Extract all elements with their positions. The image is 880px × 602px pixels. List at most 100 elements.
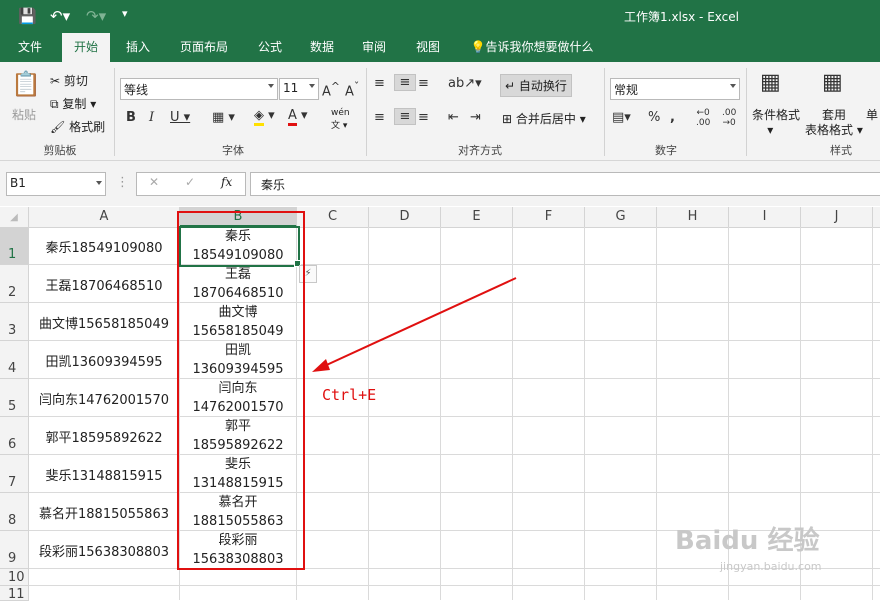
cell-a1[interactable]: 秦乐18549109080	[29, 237, 179, 256]
merge-center-button[interactable]: ⊞ 合并后居中 ▾	[502, 110, 586, 127]
enter-icon[interactable]: ✓	[185, 175, 195, 189]
decrease-font-icon[interactable]: Aˇ	[345, 80, 359, 99]
ribbon-tabs: 文件 开始 插入 页面布局 公式 数据 审阅 视图 💡告诉我你想要做什么	[0, 33, 880, 62]
column-header-g[interactable]: G	[585, 207, 657, 227]
column-header-e[interactable]: E	[441, 207, 513, 227]
lightbulb-icon: 💡	[470, 40, 486, 54]
row-header-3[interactable]: 3	[0, 303, 29, 341]
font-size-select[interactable]: 11	[279, 78, 319, 100]
copy-button[interactable]: ⧉ 复制 ▾	[50, 95, 96, 112]
font-name-select[interactable]: 等线	[120, 78, 278, 100]
save-icon[interactable]: 💾	[18, 7, 37, 25]
cut-button[interactable]: ✂ 剪切	[50, 72, 88, 89]
row-header-2[interactable]: 2	[0, 265, 29, 303]
tell-me-search[interactable]: 💡告诉我你想要做什么	[462, 33, 602, 62]
paste-button[interactable]: 粘贴	[12, 106, 36, 123]
row-header-4[interactable]: 4	[0, 341, 29, 379]
redo-icon[interactable]: ↷▾	[86, 7, 106, 25]
cell-a6[interactable]: 郭平18595892622	[29, 427, 179, 446]
column-header-f[interactable]: F	[513, 207, 585, 227]
increase-font-icon[interactable]: A^	[322, 80, 340, 99]
tab-review[interactable]: 审阅	[352, 33, 396, 62]
underline-icon[interactable]: U ▾	[170, 110, 190, 125]
column-header-j[interactable]: J	[801, 207, 873, 227]
cell-a3[interactable]: 曲文博15658185049	[29, 313, 179, 332]
row-header-8[interactable]: 8	[0, 493, 29, 531]
tab-insert[interactable]: 插入	[116, 33, 160, 62]
font-color-icon[interactable]: A ▾	[288, 108, 308, 126]
column-header-i[interactable]: I	[729, 207, 801, 227]
cell-a4[interactable]: 田凯13609394595	[29, 351, 179, 370]
borders-icon[interactable]: ▦ ▾	[212, 110, 235, 125]
copy-icon: ⧉	[50, 97, 59, 111]
align-middle-icon[interactable]: ≡	[394, 74, 416, 91]
row-header-5[interactable]: 5	[0, 379, 29, 417]
tab-file[interactable]: 文件	[8, 33, 52, 62]
tab-view[interactable]: 视图	[406, 33, 450, 62]
phonetic-icon[interactable]: wén 文 ▾	[331, 108, 350, 131]
cell-a9[interactable]: 段彩丽15638308803	[29, 541, 179, 560]
column-header-h[interactable]: H	[657, 207, 729, 227]
formula-input[interactable]: 秦乐	[250, 172, 880, 196]
number-group-label: 数字	[655, 144, 677, 157]
conditional-format-button[interactable]: 条件格式 ▾	[752, 106, 800, 137]
gridline	[656, 227, 657, 600]
cell-a2[interactable]: 王磊18706468510	[29, 275, 179, 294]
bold-icon[interactable]: B	[126, 110, 136, 125]
wrap-text-button[interactable]: ↵ 自动换行	[500, 74, 572, 97]
decrease-indent-icon[interactable]: ⇤	[448, 110, 459, 125]
gridline	[584, 227, 585, 600]
row-header-9[interactable]: 9	[0, 531, 29, 569]
column-header-a[interactable]: A	[29, 207, 180, 227]
tab-page-layout[interactable]: 页面布局	[170, 33, 238, 62]
comma-style-icon[interactable]: ,	[670, 110, 675, 125]
styles-group-label: 样式	[830, 144, 852, 157]
undo-icon[interactable]: ↶▾	[50, 7, 70, 25]
increase-decimal-icon[interactable]: ←0.00	[696, 108, 710, 128]
paste-icon[interactable]: 📋	[10, 70, 42, 98]
tab-data[interactable]: 数据	[300, 33, 344, 62]
wrap-icon: ↵	[505, 79, 516, 93]
cell-a5[interactable]: 闫向东14762001570	[29, 389, 179, 408]
align-center-icon[interactable]: ≡	[394, 108, 416, 125]
format-painter-button[interactable]: 🖌 格式刷	[50, 118, 105, 135]
align-top-icon[interactable]: ≡	[374, 76, 385, 91]
row-header-7[interactable]: 7	[0, 455, 29, 493]
conditional-format-icon[interactable]: ▦	[760, 70, 781, 95]
column-header-c[interactable]: C	[297, 207, 369, 227]
annotation-highlight-box	[177, 211, 305, 570]
fill-color-icon[interactable]: ◈ ▾	[254, 108, 275, 126]
cell-a7[interactable]: 斐乐13148815915	[29, 465, 179, 484]
align-right-icon[interactable]: ≡	[418, 110, 429, 125]
merge-icon: ⊞	[502, 112, 513, 126]
decrease-decimal-icon[interactable]: .00 →0	[722, 108, 736, 128]
cell-a8[interactable]: 慕名开18815055863	[29, 503, 179, 522]
name-box[interactable]: B1	[6, 172, 106, 196]
gridline	[29, 492, 880, 493]
row-header-6[interactable]: 6	[0, 417, 29, 455]
italic-icon[interactable]: I	[149, 110, 154, 125]
format-as-table-icon[interactable]: ▦	[822, 70, 843, 95]
watermark-logo: Baidu 经验	[675, 526, 820, 556]
cell-styles-button[interactable]: 单	[866, 106, 878, 123]
customize-toolbar-icon[interactable]: ▾	[122, 7, 128, 20]
percent-icon[interactable]: %	[648, 110, 660, 125]
row-header-1[interactable]: 1	[0, 227, 29, 265]
row-header-11[interactable]: 11	[0, 586, 29, 602]
increase-indent-icon[interactable]: ⇥	[470, 110, 481, 125]
orientation-icon[interactable]: ab↗▾	[448, 76, 482, 91]
row-header-10[interactable]: 10	[0, 569, 29, 586]
currency-icon[interactable]: ▤▾	[612, 110, 631, 125]
gridline	[872, 227, 873, 600]
insert-function-icon[interactable]: fx	[221, 175, 232, 189]
cancel-icon[interactable]: ✕	[149, 175, 159, 189]
number-format-select[interactable]: 常规	[610, 78, 740, 100]
align-bottom-icon[interactable]: ≡	[418, 76, 429, 91]
tab-formulas[interactable]: 公式	[248, 33, 292, 62]
column-header-d[interactable]: D	[369, 207, 441, 227]
tab-home[interactable]: 开始	[62, 33, 110, 62]
divider	[604, 68, 605, 156]
select-all-corner[interactable]: ◢	[0, 207, 29, 227]
align-left-icon[interactable]: ≡	[374, 110, 385, 125]
alignment-group-label: 对齐方式	[458, 144, 502, 157]
